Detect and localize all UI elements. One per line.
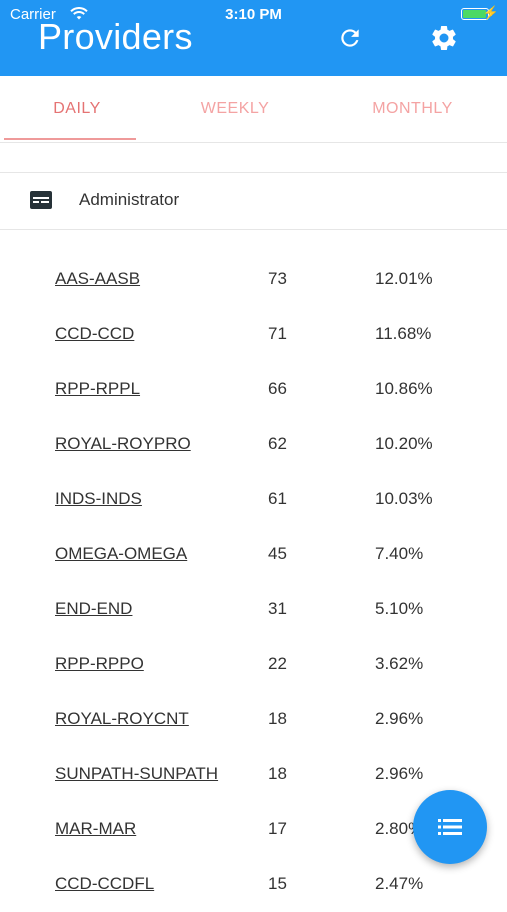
provider-percent: 12.01% [375,269,433,288]
provider-name-link[interactable]: CCD-CCDFL [55,874,154,894]
id-card-icon [30,191,52,214]
provider-name-link[interactable]: ROYAL-ROYPRO [55,434,191,454]
provider-percent: 10.86% [375,379,433,398]
tab-weekly[interactable]: WEEKLY [160,76,310,142]
refresh-icon [341,29,359,47]
settings-button[interactable] [428,22,460,54]
table-row: ROYAL-ROYCNT 18 2.96% [0,692,507,747]
page-title: Providers [38,16,193,57]
provider-percent: 2.96% [375,709,424,728]
provider-name-link[interactable]: RPP-RPPO [55,654,144,674]
provider-count: 17 [268,819,287,838]
table-row: ROYAL-ROYPRO 62 10.20% [0,417,507,472]
provider-count: 73 [268,269,287,288]
provider-count: 31 [268,599,287,618]
provider-count: 66 [268,379,287,398]
table-row: INDS-INDS 61 10.03% [0,472,507,527]
provider-count: 15 [268,874,287,893]
period-tabs: DAILY WEEKLY MONTHLY [0,76,507,143]
provider-percent: 11.68% [375,324,432,343]
table-row: CCD-CCD 71 11.68% [0,307,507,362]
provider-count: 62 [268,434,287,453]
table-row: CCD-CCDFL 15 2.47% [0,857,507,912]
charging-icon: ⚡ [482,5,499,20]
provider-name-link[interactable]: INDS-INDS [55,489,142,509]
provider-count: 18 [268,764,287,783]
provider-count: 71 [268,324,287,343]
list-icon [438,819,462,835]
role-label: Administrator [79,190,180,209]
provider-count: 18 [268,709,287,728]
gear-icon [432,25,456,50]
table-row: RPP-RPPL 66 10.86% [0,362,507,417]
table-row: END-END 31 5.10% [0,582,507,637]
provider-name-link[interactable]: CCD-CCD [55,324,134,344]
provider-percent: 7.40% [375,544,424,563]
provider-name-link[interactable]: RPP-RPPL [55,379,140,399]
provider-percent: 2.47% [375,874,424,893]
provider-percent: 5.10% [375,599,424,618]
table-row: OMEGA-OMEGA 45 7.40% [0,527,507,582]
provider-percent: 10.20% [375,434,433,453]
app-header: Carrier 3:10 PM ⚡ Providers [0,0,507,76]
provider-percent: 2.96% [375,764,424,783]
table-row: AAS-AASB 73 12.01% [0,252,507,307]
table-row: RPP-RPPO 22 3.62% [0,637,507,692]
provider-name-link[interactable]: MAR-MAR [55,819,136,839]
tab-indicator [4,138,136,140]
provider-count: 45 [268,544,287,563]
provider-percent: 10.03% [375,489,433,508]
list-fab-button[interactable] [413,790,487,864]
provider-count: 61 [268,489,287,508]
provider-name-link[interactable]: OMEGA-OMEGA [55,544,187,564]
provider-count: 22 [268,654,287,673]
tab-daily[interactable]: DAILY [0,76,154,142]
refresh-button[interactable] [334,22,366,54]
role-row[interactable]: Administrator [0,172,507,230]
tab-monthly[interactable]: MONTHLY [330,76,495,142]
provider-percent: 3.62% [375,654,424,673]
provider-name-link[interactable]: SUNPATH-SUNPATH [55,764,218,784]
provider-name-link[interactable]: ROYAL-ROYCNT [55,709,189,729]
provider-name-link[interactable]: END-END [55,599,132,619]
provider-name-link[interactable]: AAS-AASB [55,269,140,289]
